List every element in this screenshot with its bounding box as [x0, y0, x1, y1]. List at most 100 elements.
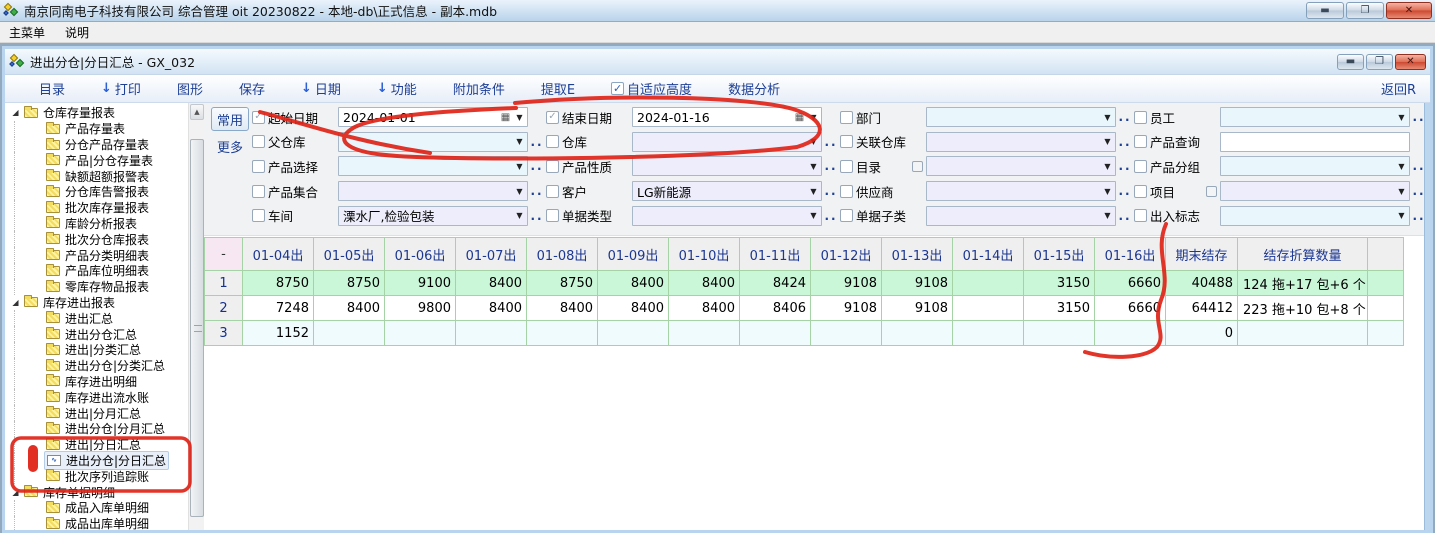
grid-cell[interactable]: 40488 [1166, 271, 1238, 296]
minimize-button[interactable]: ▬ [1306, 2, 1344, 19]
tree-item-label-wrap[interactable]: 进出|分月汇总 [44, 405, 143, 422]
tree-item[interactable]: 缺额超额报警表 [5, 168, 188, 184]
tree-item[interactable]: 进出|分类汇总 [5, 342, 188, 358]
grid-cell[interactable] [669, 321, 740, 346]
grid-cell[interactable]: 9800 [385, 296, 456, 321]
combo-box[interactable]: ▼ [926, 156, 1116, 176]
filter-checkbox[interactable] [252, 209, 265, 222]
tree-item-label-wrap[interactable]: 进出|分类汇总 [44, 341, 143, 358]
tree-item[interactable]: 产品|分仓存量表 [5, 152, 188, 168]
child-close-button[interactable]: ✕ [1395, 54, 1426, 70]
combo-box[interactable]: LG新能源▼ [632, 181, 822, 201]
grid-cell[interactable] [314, 321, 385, 346]
browse-dots[interactable]: .. [1116, 110, 1134, 124]
dropdown-arrow-icon[interactable]: ▼ [806, 211, 821, 220]
browse-dots[interactable]: .. [528, 135, 546, 149]
dropdown-arrow-icon[interactable]: ▼ [806, 113, 821, 122]
tree-item[interactable]: 进出分仓|分月汇总 [5, 421, 188, 437]
filter-sub-checkbox[interactable] [1206, 186, 1217, 197]
filter-checkbox[interactable] [1134, 160, 1147, 173]
grid-cell[interactable] [953, 296, 1024, 321]
combo-box[interactable]: ▼ [1220, 107, 1410, 127]
grid-cell[interactable] [527, 321, 598, 346]
toolbar-extra-condition[interactable]: 附加条件 [453, 79, 505, 98]
tree-item-label-wrap[interactable]: 产品分类明细表 [44, 247, 151, 264]
combo-box[interactable]: ▼ [926, 206, 1116, 226]
browse-dots[interactable]: .. [822, 209, 840, 223]
tree-item-label-wrap[interactable]: 库存进出报表 [22, 294, 117, 311]
tree-item[interactable]: 进出|分月汇总 [5, 405, 188, 421]
combo-box[interactable]: ▼ [1220, 156, 1410, 176]
tree-item-label-wrap[interactable]: 批次分仓库报表 [44, 231, 151, 248]
toolbar-print[interactable]: ↓打印 [101, 79, 141, 98]
row-number-cell[interactable]: 2 [205, 296, 243, 321]
filter-checkbox[interactable] [546, 160, 559, 173]
dropdown-arrow-icon[interactable]: ▼ [1394, 162, 1409, 171]
browse-dots[interactable]: .. [822, 184, 840, 198]
filter-checkbox[interactable] [546, 209, 559, 222]
combo-box[interactable]: ▼ [926, 181, 1116, 201]
menu-item-main[interactable]: 主菜单 [9, 24, 45, 41]
tree-item-label-wrap[interactable]: 分仓库告警报表 [44, 183, 151, 200]
filter-checkbox[interactable] [546, 185, 559, 198]
dropdown-arrow-icon[interactable]: ▼ [1100, 187, 1115, 196]
filter-checkbox[interactable] [1134, 185, 1147, 198]
dropdown-arrow-icon[interactable]: ▼ [1100, 113, 1115, 122]
combo-box[interactable]: ▼ [1220, 181, 1410, 201]
grid-cell[interactable]: 8400 [669, 296, 740, 321]
grid-cell[interactable]: 9108 [811, 271, 882, 296]
tree-item-label-wrap[interactable]: 库存单据明细 [22, 484, 117, 501]
dropdown-arrow-icon[interactable]: ▼ [806, 137, 821, 146]
tree-item-label-wrap[interactable]: 进出分仓|分类汇总 [44, 357, 167, 374]
browse-dots[interactable]: .. [1116, 209, 1134, 223]
dropdown-arrow-icon[interactable]: ▼ [1394, 211, 1409, 220]
child-minimize-button[interactable]: ▬ [1337, 54, 1364, 70]
date-input[interactable]: 2024-01-01▦▼ [338, 107, 528, 127]
filter-sub-checkbox[interactable] [912, 161, 923, 172]
tree-item[interactable]: 批次分仓库报表 [5, 231, 188, 247]
toolbar-back[interactable]: 返回R [1381, 79, 1416, 98]
browse-dots[interactable]: .. [822, 135, 840, 149]
tree-item-label-wrap[interactable]: 批次序列追踪账 [44, 468, 151, 485]
grid-cell[interactable] [1368, 296, 1404, 321]
close-button[interactable]: ✕ [1386, 2, 1432, 19]
tree-item[interactable]: ◢库存进出报表 [5, 295, 188, 311]
toolbar-data-analysis[interactable]: 数据分析 [728, 79, 780, 98]
grid-cell[interactable]: 9108 [882, 271, 953, 296]
dropdown-arrow-icon[interactable]: ▼ [512, 211, 527, 220]
scroll-thumb[interactable] [190, 139, 204, 517]
tree-item[interactable]: 批次库存量报表 [5, 200, 188, 216]
filter-checkbox[interactable] [840, 111, 853, 124]
grid-cell[interactable]: 8400 [456, 271, 527, 296]
tree-item-label-wrap[interactable]: 产品存量表 [44, 120, 127, 137]
grid-cell[interactable]: 8400 [598, 271, 669, 296]
filter-checkbox[interactable] [1134, 209, 1147, 222]
tree-item-label-wrap[interactable]: 产品|分仓存量表 [44, 152, 155, 169]
toolbar-catalog[interactable]: 目录 [39, 79, 65, 98]
grid-cell[interactable] [1368, 271, 1404, 296]
filter-checkbox[interactable] [840, 160, 853, 173]
grid-cell[interactable]: 8400 [527, 296, 598, 321]
tree-item-label-wrap[interactable]: 进出汇总 [44, 310, 115, 327]
tree-item-label-wrap[interactable]: 产品库位明细表 [44, 262, 151, 279]
grid-cell[interactable]: 9108 [811, 296, 882, 321]
tree-item[interactable]: 产品分类明细表 [5, 247, 188, 263]
grid-cell[interactable]: 6660 [1095, 271, 1166, 296]
filter-checkbox[interactable] [546, 135, 559, 148]
auto-height-checkbox[interactable]: ✓ [611, 82, 624, 95]
dropdown-arrow-icon[interactable]: ▼ [1394, 187, 1409, 196]
filter-checkbox[interactable] [840, 185, 853, 198]
grid-cell[interactable]: 223 拖+10 包+8 个 [1238, 296, 1368, 321]
tree-item-label-wrap[interactable]: 库龄分析报表 [44, 215, 139, 232]
tree-expanded-icon[interactable]: ◢ [9, 488, 22, 497]
tree-item-label-wrap[interactable]: 进出分仓|分月汇总 [44, 420, 167, 437]
dropdown-arrow-icon[interactable]: ▼ [806, 187, 821, 196]
grid-cell[interactable]: 8406 [740, 296, 811, 321]
date-input[interactable]: 2024-01-16▦▼ [632, 107, 822, 127]
tree-item[interactable]: 库龄分析报表 [5, 216, 188, 232]
toolbar-graphic[interactable]: 图形 [177, 79, 203, 98]
dropdown-arrow-icon[interactable]: ▼ [512, 137, 527, 146]
toolbar-function[interactable]: ↓功能 [377, 79, 417, 98]
grid-cell[interactable]: 8750 [527, 271, 598, 296]
filter-checkbox[interactable] [1134, 135, 1147, 148]
